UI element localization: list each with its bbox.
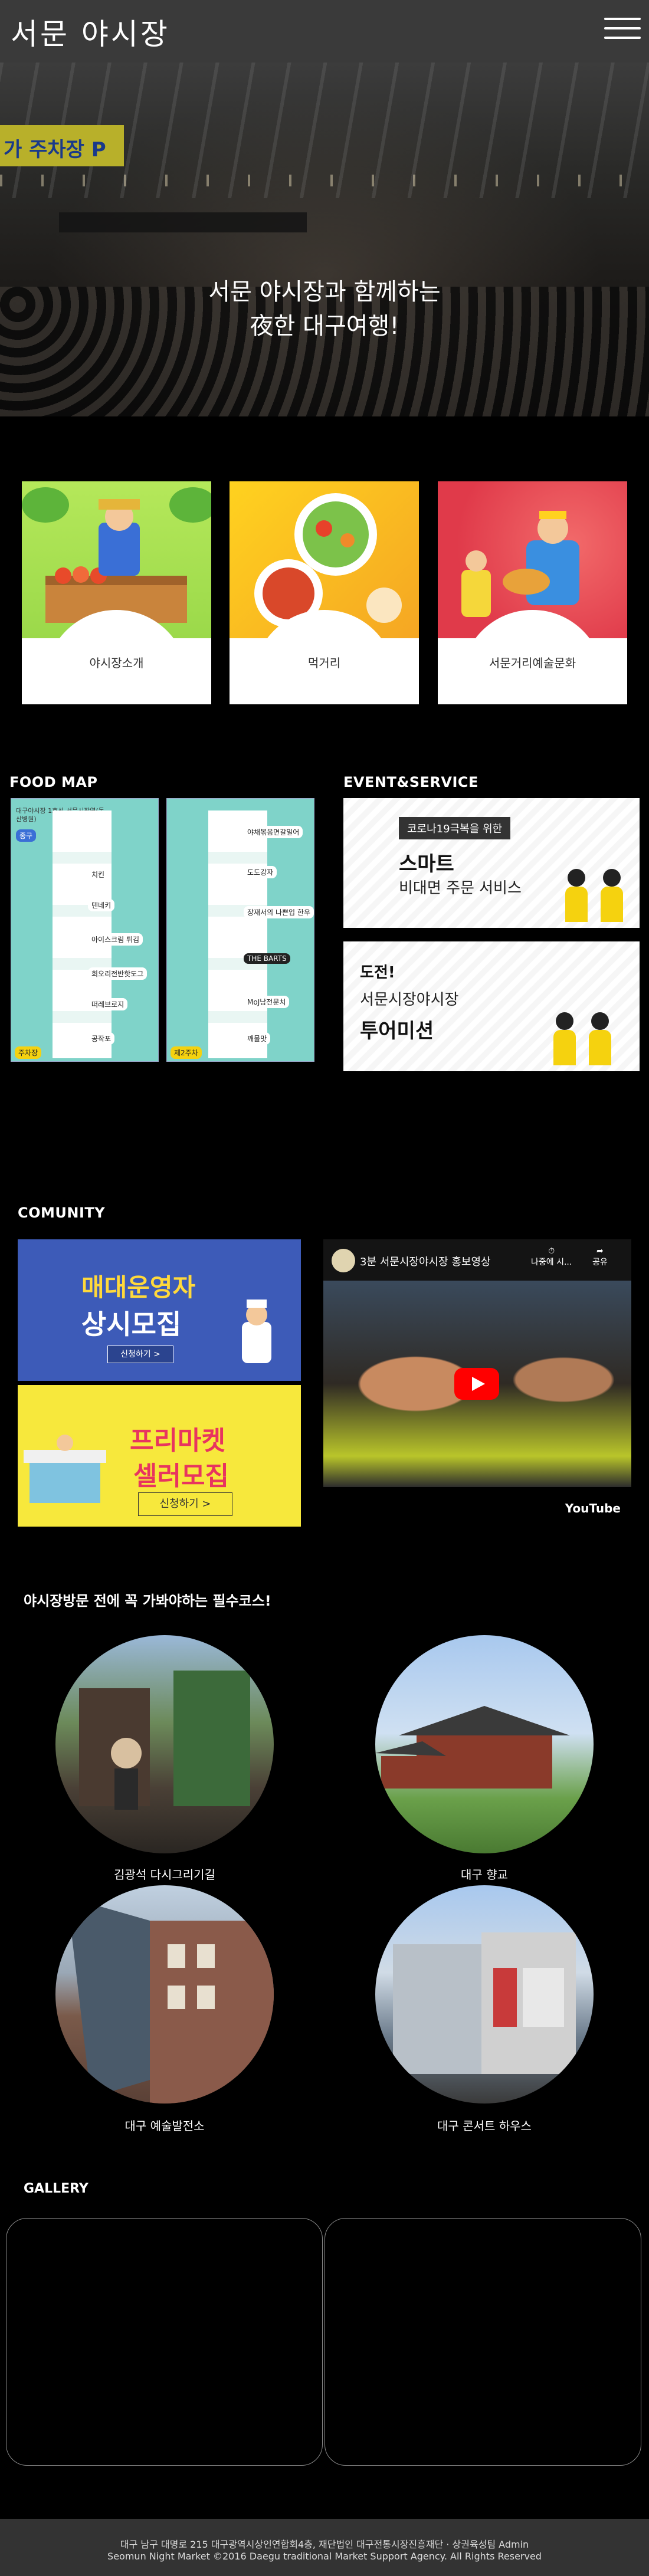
- place-label: 대구 향교: [461, 1868, 508, 1882]
- food-map-stop-label: 제2주차: [171, 1046, 202, 1059]
- share-icon: ➦: [596, 1246, 604, 1256]
- food-map-title: FOOD MAP: [9, 774, 98, 790]
- category-card-intro[interactable]: 야시장소개: [22, 481, 211, 704]
- food-map-stop-label: 주차장: [15, 1046, 42, 1059]
- apply-button[interactable]: 신청하기 >: [138, 1492, 232, 1516]
- event-subtitle: 비대면 주문 서비스: [399, 880, 522, 897]
- event-card-smart-order[interactable]: 코로나19극복을 위한 스마트 비대면 주문 서비스: [343, 798, 640, 928]
- parking-sign-text: 가 주차장 P: [4, 138, 106, 162]
- must-see-title: 야시장방문 전에 꼭 가봐야하는 필수코스!: [24, 1593, 271, 1609]
- hanok-building-icon: [375, 1706, 570, 1789]
- person-icon: [585, 1012, 615, 1065]
- hamburger-icon: [604, 18, 641, 20]
- event-card-tour-mission[interactable]: 도전! 서문시장야시장 투어미션: [343, 941, 640, 1071]
- gallery-title: GALLERY: [24, 2181, 88, 2196]
- food-map-item[interactable]: 깨물맛: [244, 1032, 271, 1045]
- concert-house-building-icon: [393, 1932, 576, 2074]
- food-map-panel-1[interactable]: 대구야시장 1호선 서문시장역(동산병원) 종구 치킨 텐네키 아이스크림 튀김…: [11, 798, 159, 1062]
- footer-address: 대구 남구 대명로 215 대구광역시상인연합회4층, 재단법인 대구전통시장진…: [120, 2539, 529, 2550]
- site-logo[interactable]: 서문 야시장: [11, 11, 170, 53]
- category-label: 서문거리예술문화: [489, 656, 576, 670]
- market-lights: [0, 175, 649, 186]
- youtube-logo[interactable]: YouTube: [565, 1501, 621, 1515]
- parking-sign: 가 주차장 P: [0, 125, 124, 166]
- food-map-item[interactable]: 도도강자: [244, 866, 277, 878]
- video-title[interactable]: 3분 서문시장야시장 홍보영상: [360, 1253, 491, 1269]
- site-header: 서문 야시장: [0, 0, 649, 63]
- event-title: EVENT&SERVICE: [343, 774, 478, 790]
- page: 서문 야시장 가 주차장 P 서문 야시장과 함께하는 夜한 대구여행! 야시장…: [0, 0, 649, 2576]
- place-photo-kim-kwang-seok[interactable]: [55, 1635, 274, 1853]
- place-photo-art-factory[interactable]: [55, 1885, 274, 2104]
- person-icon: [597, 869, 627, 922]
- vendor-recruit-banner[interactable]: 매대운영자 상시모집 신청하기 >: [18, 1239, 301, 1381]
- food-map-item[interactable]: MoJ남전문치: [244, 996, 290, 1008]
- watch-later-button[interactable]: ⏱ 나중에 시...: [531, 1246, 572, 1268]
- seller-recruit-banner[interactable]: 프리마켓 셀러모집 신청하기 >: [18, 1385, 301, 1527]
- food-map-panel-2[interactable]: 야채볶음면갈일어 도도강자 장재서의 나쁜입 한우 THE BARTS MoJ남…: [166, 798, 314, 1062]
- banner-subtitle: 셀러모집: [133, 1461, 229, 1491]
- food-map-item[interactable]: 장재서의 나쁜입 한우: [244, 906, 314, 918]
- person-icon: [550, 1012, 579, 1065]
- event-headline: 도전!: [360, 964, 395, 982]
- hero-text: 서문 야시장과 함께하는 夜한 대구여행!: [0, 275, 649, 343]
- place-photo-concert-house[interactable]: [375, 1885, 594, 2104]
- event-subtitle: 서문시장야시장: [360, 991, 459, 1009]
- hero-line-1: 서문 야시장과 함께하는: [208, 278, 441, 306]
- place-label: 대구 예술발전소: [124, 2119, 205, 2133]
- food-map-item[interactable]: THE BARTS: [244, 953, 290, 964]
- event-tag: 코로나19극복을 위한: [399, 817, 511, 839]
- gallery-item[interactable]: [324, 2218, 641, 2466]
- category-label: 야시장소개: [89, 656, 144, 670]
- person-icon: [562, 869, 591, 922]
- market-stall-icon: [24, 1435, 106, 1503]
- apply-button[interactable]: 신청하기 >: [107, 1346, 173, 1363]
- place-photo-daegu-hyanggyo[interactable]: [375, 1635, 594, 1853]
- hero-line-2: 夜한 대구여행!: [250, 313, 399, 340]
- event-title-big: 투어미션: [360, 1019, 434, 1043]
- category-card-street-art[interactable]: 서문거리예술문화: [438, 481, 627, 704]
- place-label: 김광석 다시그리기길: [114, 1868, 215, 1882]
- food-map-item[interactable]: 야채볶음면갈일어: [244, 826, 303, 838]
- banner-subtitle: 상시모집: [81, 1308, 182, 1340]
- food-map-stop: 종구: [16, 829, 37, 842]
- hamburger-menu-button[interactable]: [604, 18, 641, 45]
- banner-title: 매대운영자: [81, 1273, 196, 1302]
- site-footer: 대구 남구 대명로 215 대구광역시상인연합회4층, 재단법인 대구전통시장진…: [0, 2519, 649, 2576]
- event-headline: 스마트: [399, 852, 454, 876]
- channel-avatar[interactable]: [332, 1249, 355, 1272]
- chef-icon: [242, 1300, 271, 1363]
- category-label: 먹거리: [307, 656, 341, 670]
- category-card-food[interactable]: 먹거리: [230, 481, 419, 704]
- share-button[interactable]: ➦ 공유: [592, 1246, 608, 1268]
- promo-video-player[interactable]: 3분 서문시장야시장 홍보영상 ⏱ 나중에 시... ➦ 공유 YouTube: [323, 1239, 631, 1527]
- hero-overlay-bar: [59, 212, 307, 232]
- banner-title: 프리마켓: [130, 1426, 225, 1456]
- food-map-item[interactable]: 회오리전반핫도그: [88, 967, 148, 980]
- street-mural-icon: [79, 1671, 250, 1810]
- gallery-item[interactable]: [6, 2218, 323, 2466]
- place-label: 대구 콘서트 하우스: [437, 2119, 532, 2133]
- food-map-item[interactable]: 텐네키: [88, 899, 115, 911]
- hero-banner: 가 주차장 P 서문 야시장과 함께하는 夜한 대구여행!: [0, 63, 649, 416]
- food-map-item[interactable]: 아이스크림 튀김: [88, 933, 143, 946]
- food-map-item[interactable]: 떠레브로지: [88, 998, 128, 1010]
- play-button[interactable]: [454, 1368, 499, 1400]
- food-map-item[interactable]: 치킨: [88, 868, 109, 881]
- art-factory-building-icon: [67, 1897, 274, 2104]
- footer-copyright: Seomun Night Market ©2016 Daegu traditio…: [107, 2551, 542, 2562]
- community-title: COMUNITY: [18, 1205, 106, 1221]
- clock-icon: ⏱: [548, 1246, 555, 1256]
- food-map-item[interactable]: 공작포: [88, 1032, 115, 1045]
